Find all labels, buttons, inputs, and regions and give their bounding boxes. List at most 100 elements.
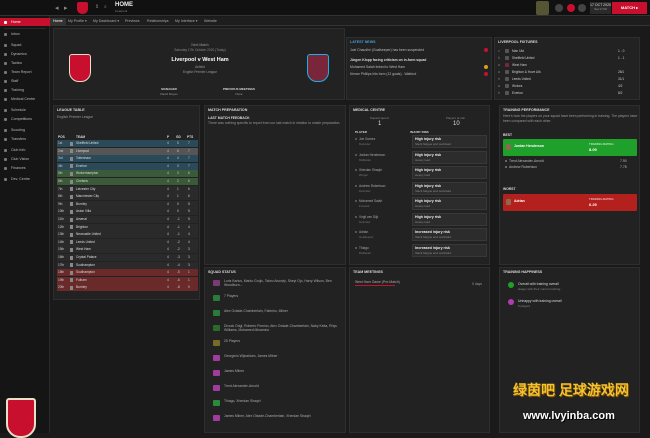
tab-previews[interactable]: Previews: [125, 18, 140, 25]
team-name[interactable]: Leicester City: [76, 186, 95, 193]
training-performance-panel[interactable]: TRAINING PERFORMANCE Here's how the play…: [499, 105, 640, 265]
club-crest-icon[interactable]: [77, 2, 88, 14]
team-name[interactable]: Everton: [76, 163, 87, 170]
injured-player[interactable]: Adrian: [355, 230, 368, 234]
injury-risk-box[interactable]: High injury risk Slack fatigue and worklo…: [412, 181, 487, 195]
team-name[interactable]: Chelsea: [76, 178, 88, 185]
squad-status-text[interactable]: Divock Origi, Roberto Firmino, Alex Oxla…: [224, 324, 342, 332]
sidebar-item-squad[interactable]: Squad: [0, 41, 50, 49]
injured-player[interactable]: Thiago: [355, 246, 369, 250]
team-name[interactable]: Leeds United: [76, 239, 95, 246]
news-item[interactable]: Jürgen Klopp facing criticism on in-form…: [347, 58, 487, 65]
sidebar-item-transfers[interactable]: Transfers: [0, 135, 50, 143]
table-row[interactable]: 20th Burnley 4 -8 0: [57, 284, 198, 292]
team-name[interactable]: Burnley: [76, 201, 87, 208]
tab-relationships[interactable]: Relationships: [147, 18, 169, 25]
news-item[interactable]: Kieran Phillips hits form (12 goals) - W…: [347, 72, 488, 79]
forward-arrow-icon[interactable]: ▸: [64, 4, 68, 12]
sidebar-item-training[interactable]: Training: [0, 86, 50, 94]
best-player-name[interactable]: Jordan Henderson: [514, 144, 544, 148]
injury-risk-box[interactable]: Increased injury risk Slack fatigue and w…: [412, 243, 487, 257]
fixture-row[interactable]: a Wolves 4/2: [498, 83, 638, 89]
fixture-row[interactable]: h Sheffield United 1 - 1: [498, 55, 638, 61]
next-match-panel[interactable]: Next Match Saturday 17th October 2020 (T…: [53, 28, 345, 100]
tab-my-interface[interactable]: My Interface ▾: [175, 18, 198, 25]
training-player[interactable]: Andrew Robertson: [505, 165, 537, 169]
news-header[interactable]: LATEST NEWS: [350, 40, 376, 44]
news-item[interactable]: Joel Chaudhri (Goalkeeper) has been susp…: [347, 48, 488, 55]
squad-status-panel[interactable]: SQUAD STATUS Loris Karius, Marko Grujic,…: [204, 267, 346, 433]
injured-player[interactable]: Jordan Henderson: [355, 153, 385, 157]
fixture-opponent[interactable]: West Ham: [512, 62, 527, 68]
squad-status-text[interactable]: Trent Alexander-Arnold: [224, 384, 342, 388]
player-name[interactable]: Andrew Robertson: [359, 184, 385, 188]
table-row[interactable]: 10th Aston Villa 4 0 5: [57, 208, 198, 216]
sidebar-item-dynamics[interactable]: Dynamics: [0, 50, 50, 58]
table-row[interactable]: 4th Everton 4 3 7: [57, 162, 198, 170]
team-name[interactable]: Southampton: [76, 269, 95, 276]
training-player[interactable]: Trent Alexander-Arnold: [505, 159, 544, 163]
fixture-opponent[interactable]: Brighton & Hove Alb.: [512, 69, 541, 75]
team-meeting-name[interactable]: West Ham Game (Pre-Match): [355, 280, 400, 284]
squad-status-text[interactable]: Loris Karius, Marko Grujic, Taiwo Awoniy…: [224, 279, 342, 287]
worst-player-card[interactable]: Adrian TRAINING RATING 6.29: [503, 194, 637, 211]
table-row[interactable]: 13th Newcastle United 4 -1 4: [57, 231, 198, 239]
team-name[interactable]: Wolverhampton: [76, 170, 98, 177]
injury-risk-box[interactable]: High injury risk Heavy load: [412, 212, 487, 226]
club-badge-icon[interactable]: [567, 4, 575, 12]
game-date[interactable]: 17 OCT 2020 Sat 17:00: [590, 2, 611, 14]
fixture-row[interactable]: a West Ham: [498, 62, 638, 68]
sidebar-item-club-vision[interactable]: Club Vision: [0, 155, 50, 163]
injured-player[interactable]: Virgil van Dijk: [355, 215, 378, 219]
player-name[interactable]: Adrian: [359, 230, 368, 234]
sidebar-item-finances[interactable]: Finances: [0, 164, 50, 172]
player-name[interactable]: Thiago: [359, 246, 369, 250]
injury-risk-box[interactable]: Increased injury risk Slack fatigue and w…: [412, 228, 487, 241]
sidebar-item-club-info[interactable]: Club Info: [0, 146, 50, 154]
fixture-opponent[interactable]: Man Utd: [512, 48, 524, 54]
fixture-row[interactable]: v Man Utd 1 - 0: [498, 48, 638, 54]
team-meeting-header[interactable]: TEAM MEETINGS: [353, 270, 383, 274]
squad-status-text[interactable]: 7 Players: [224, 294, 342, 298]
team-name[interactable]: Burnley: [76, 284, 87, 291]
team-name[interactable]: Manchester City: [76, 193, 99, 200]
happiness-item[interactable]: Overall with training overall: [518, 282, 559, 286]
training-header[interactable]: TRAINING PERFORMANCE: [503, 108, 550, 112]
fixture-row[interactable]: a Brighton & Hove Alb. 28/1: [498, 69, 638, 75]
injury-risk-box[interactable]: High injury risk Heavy load: [412, 166, 487, 179]
fixture-title[interactable]: Liverpool v West Ham: [171, 57, 228, 63]
sidebar-item-scouting[interactable]: Scouting: [0, 126, 50, 134]
squad-status-text[interactable]: James Milner: [224, 369, 342, 373]
table-row[interactable]: 17th Southampton 4 -4 3: [57, 261, 198, 269]
table-row[interactable]: 11th Arsenal 4 -1 5: [57, 216, 198, 223]
back-arrow-icon[interactable]: ◂: [55, 4, 59, 12]
best-player-card[interactable]: Jordan Henderson TRAINING RATING 8.09: [503, 139, 637, 156]
fixture-opponent[interactable]: Wolves: [512, 83, 522, 89]
table-row[interactable]: 9th Burnley 4 0 5: [57, 200, 198, 208]
team-name[interactable]: Arsenal: [76, 216, 87, 223]
fixture-row[interactable]: h Leeds United 31/1: [498, 76, 638, 82]
injured-player[interactable]: Andrew Robertson: [355, 184, 385, 188]
sidebar-item-competitions[interactable]: Competitions: [0, 115, 50, 123]
team-name[interactable]: Southampton: [76, 262, 95, 269]
worst-player-name[interactable]: Adrian: [514, 199, 525, 203]
continue-match-button[interactable]: MATCH ▸: [612, 2, 647, 14]
chevron-up-down-icon[interactable]: ⇕: [95, 4, 99, 10]
inbox-icon[interactable]: [555, 4, 563, 12]
sidebar-item-tactics[interactable]: Tactics: [0, 59, 50, 67]
sidebar-item-home[interactable]: Home: [0, 18, 50, 26]
sidebar-item-dev-centre[interactable]: Dev. Centre: [0, 175, 50, 183]
player-name[interactable]: Joe Gomez: [359, 137, 375, 141]
squad-status-text[interactable]: 25 Players: [224, 339, 342, 343]
team-name[interactable]: West Ham: [76, 246, 91, 253]
team-name[interactable]: Tottenham: [76, 155, 91, 162]
table-row[interactable]: 6th Chelsea 4 2 6: [57, 178, 198, 185]
player-name[interactable]: Mohamed Salah: [359, 199, 382, 203]
table-row[interactable]: 3rd Tottenham 4 4 7: [57, 155, 198, 163]
squad-status-text[interactable]: Thiago, Xherdan Shaqiri: [224, 399, 342, 403]
tab-home[interactable]: Home: [50, 18, 66, 25]
team-name[interactable]: Aston Villa: [76, 208, 91, 215]
player-name[interactable]: Jordan Henderson: [359, 153, 385, 157]
team-name[interactable]: Brighton: [76, 224, 88, 231]
match-preparation-panel[interactable]: MATCH PREPARATION LAST MATCH FEEDBACK Th…: [204, 105, 346, 265]
